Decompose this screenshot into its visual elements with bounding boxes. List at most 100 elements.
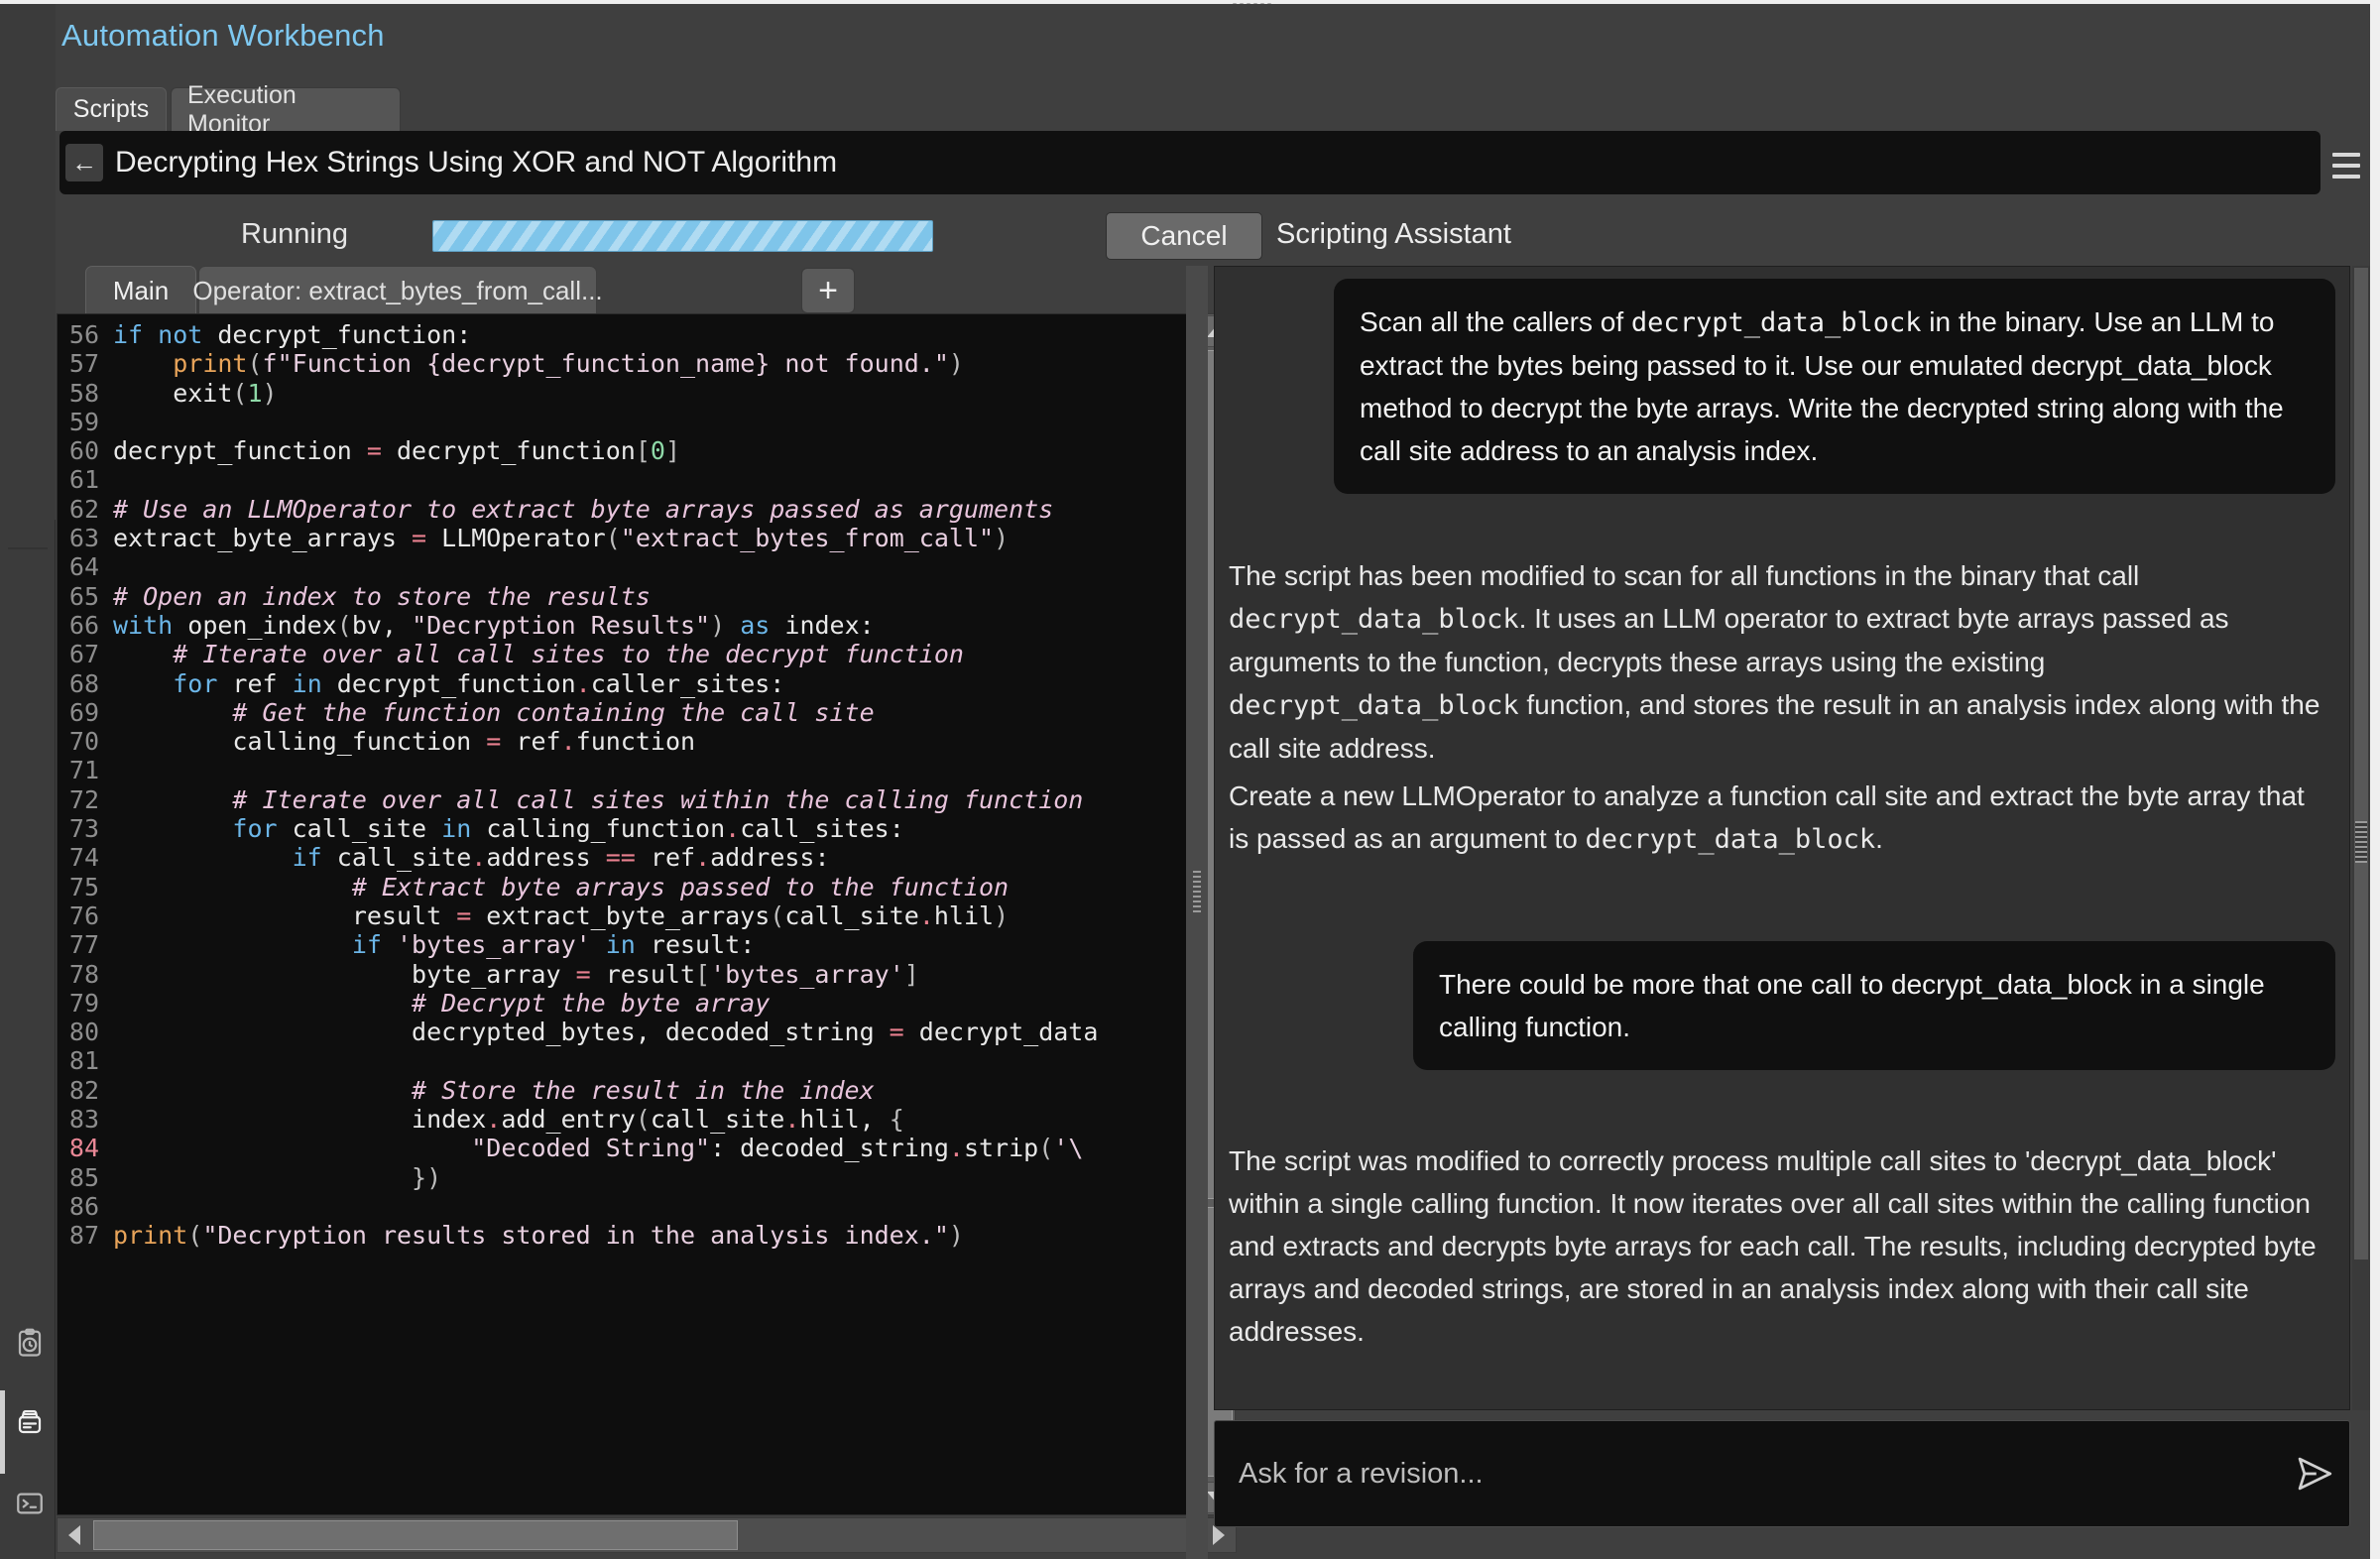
clipboard-clock-icon[interactable] bbox=[10, 1323, 50, 1363]
message-text: There could be more that one call to dec… bbox=[1439, 969, 2265, 1042]
revision-input[interactable] bbox=[1215, 1457, 2280, 1491]
code-line: 66 with open_index(bv, "Decryption Result… bbox=[58, 611, 1148, 640]
tab-execution-monitor-label: Execution Monitor bbox=[187, 80, 297, 138]
line-number: 62 bbox=[68, 494, 99, 524]
editor-panel: Main Operator: extract_bytes_from_call..… bbox=[56, 266, 1237, 1559]
line-number: 72 bbox=[68, 784, 99, 814]
panel-splitter[interactable] bbox=[1186, 266, 1208, 1559]
code-line: 75 # Extract byte arrays passed to the f… bbox=[58, 873, 1148, 901]
code-line: 60 decrypt_function = decrypt_function[0] bbox=[58, 436, 1148, 465]
line-number: 76 bbox=[68, 900, 99, 930]
hamburger-menu-icon[interactable] bbox=[2332, 153, 2360, 179]
tab-execution-monitor[interactable]: Execution Monitor bbox=[171, 81, 401, 138]
code-line-text: # Iterate over all call sites within the… bbox=[232, 784, 1084, 814]
code-line: 77 if 'bytes_array' in result: bbox=[58, 930, 1148, 959]
terminal-icon[interactable] bbox=[10, 1484, 50, 1523]
line-number: 63 bbox=[68, 524, 99, 553]
cancel-button[interactable]: Cancel bbox=[1106, 212, 1262, 260]
code-line: 68 for ref in decrypt_function.caller_si… bbox=[58, 669, 1148, 698]
main-window: Automation Workbench Scripts Execution M… bbox=[0, 4, 2370, 1559]
page-title: Automation Workbench bbox=[61, 18, 385, 53]
chat-vertical-scrollbar[interactable] bbox=[2352, 266, 2370, 1410]
message-text: Scan all the callers of bbox=[1360, 306, 1631, 337]
code-line-text: for ref in decrypt_function.caller_sites… bbox=[173, 668, 785, 698]
line-number: 74 bbox=[68, 843, 99, 873]
code-line: 78 byte_array = result['bytes_array'] bbox=[58, 960, 1148, 989]
code-line: 64 bbox=[58, 552, 1148, 581]
tab-scripts-label: Scripts bbox=[72, 95, 150, 123]
code-line: 80 decrypted_bytes, decoded_string = dec… bbox=[58, 1018, 1148, 1046]
code-line-text: # Open an index to store the results bbox=[113, 581, 651, 611]
document-title-bar: ← Decrypting Hex Strings Using XOR and N… bbox=[60, 131, 2320, 194]
status-row: Running Cancel Scripting Assistant bbox=[56, 206, 2370, 262]
code-line: 56 if not decrypt_function: bbox=[58, 320, 1148, 349]
code-line: 73 for call_site in calling_function.cal… bbox=[58, 814, 1148, 843]
line-number: 60 bbox=[68, 436, 99, 466]
assistant-panel-title: Scripting Assistant bbox=[1276, 218, 1511, 250]
line-number: 67 bbox=[68, 640, 99, 669]
code-line-text: for call_site in calling_function.call_s… bbox=[232, 814, 904, 844]
revision-input-row[interactable] bbox=[1214, 1420, 2350, 1527]
editor-tab-operator[interactable]: Operator: extract_bytes_from_call... bbox=[192, 266, 603, 315]
code-line-text: print(f"Function {decrypt_function_name}… bbox=[173, 349, 964, 379]
tab-scripts[interactable]: Scripts bbox=[56, 87, 167, 131]
code-line-text: result = extract_byte_arrays(call_site.h… bbox=[113, 900, 1010, 930]
code-line: 67 # Iterate over all call sites to the … bbox=[58, 640, 1148, 668]
code-line: 59 bbox=[58, 408, 1148, 436]
code-horizontal-scrollbar[interactable] bbox=[57, 1517, 1237, 1553]
line-number: 75 bbox=[68, 872, 99, 901]
code-lines-container: 56 if not decrypt_function: 57 print(f"Fun… bbox=[58, 314, 1148, 1514]
code-line: 65 # Open an index to store the results bbox=[58, 582, 1148, 611]
database-stack-icon[interactable] bbox=[10, 1402, 50, 1442]
add-tab-button[interactable]: + bbox=[801, 268, 855, 313]
code-line: 61 bbox=[58, 465, 1148, 494]
code-line-text: if not decrypt_function: bbox=[113, 320, 472, 349]
code-line: 83 index.add_entry(call_site.hlil, { bbox=[58, 1105, 1148, 1134]
code-line: 57 print(f"Function {decrypt_function_na… bbox=[58, 349, 1148, 378]
chat-message-assistant: The script has been modified to scan for… bbox=[1229, 554, 2329, 770]
line-number: 70 bbox=[68, 727, 99, 757]
hscrollbar-thumb[interactable] bbox=[93, 1520, 738, 1550]
code-line: 62 # Use an LLMOperator to extract byte a… bbox=[58, 495, 1148, 524]
line-number: 59 bbox=[68, 407, 99, 436]
sidebar-active-indicator bbox=[0, 1390, 5, 1474]
code-line: 72 # Iterate over all call sites within … bbox=[58, 785, 1148, 814]
code-line: 71 bbox=[58, 756, 1148, 784]
line-number: 56 bbox=[68, 320, 99, 349]
line-number: 69 bbox=[68, 697, 99, 727]
sidebar-divider bbox=[8, 547, 48, 549]
splitter-grip-icon bbox=[1193, 871, 1201, 914]
line-number: 87 bbox=[68, 1221, 99, 1251]
editor-tab-main[interactable]: Main bbox=[85, 266, 196, 315]
line-number: 64 bbox=[68, 552, 99, 582]
chat-scrollbar-thumb[interactable] bbox=[2354, 268, 2368, 1259]
message-text: . bbox=[1875, 823, 1883, 854]
arrow-left-icon[interactable]: ← bbox=[65, 144, 103, 181]
line-number: 77 bbox=[68, 930, 99, 960]
document-title: Decrypting Hex Strings Using XOR and NOT… bbox=[115, 146, 838, 179]
code-line-text: extract_byte_arrays = LLMOperator("extra… bbox=[113, 524, 1010, 553]
editor-tab-main-label: Main bbox=[112, 276, 170, 305]
line-number: 78 bbox=[68, 959, 99, 989]
code-line: 81 bbox=[58, 1046, 1148, 1075]
code-line-text: byte_array = result['bytes_array'] bbox=[113, 959, 919, 989]
progress-bar bbox=[432, 220, 933, 252]
assistant-panel: Scan all the callers of decrypt_data_blo… bbox=[1214, 266, 2370, 1559]
code-line-text: # Use an LLMOperator to extract byte arr… bbox=[113, 494, 1054, 524]
code-line: 85 }) bbox=[58, 1163, 1148, 1192]
line-number: 81 bbox=[68, 1046, 99, 1076]
inline-code: decrypt_data_block bbox=[1585, 824, 1876, 855]
scroll-left-icon[interactable] bbox=[59, 1519, 90, 1551]
code-line-text: decrypted_bytes, decoded_string = decryp… bbox=[113, 1018, 1099, 1047]
code-line: 63 extract_byte_arrays = LLMOperator("ext… bbox=[58, 524, 1148, 552]
code-line-text: # Iterate over all call sites to the dec… bbox=[173, 640, 964, 669]
left-sidebar bbox=[0, 4, 56, 1559]
code-editor[interactable]: 56 if not decrypt_function: 57 print(f"Fun… bbox=[57, 313, 1197, 1515]
code-line: 87 print("Decryption results stored in th… bbox=[58, 1221, 1148, 1250]
code-line-text: # Decrypt the byte array bbox=[412, 988, 771, 1018]
code-line: 84 "Decoded String": decoded_string.stri… bbox=[58, 1134, 1148, 1162]
code-line: 82 # Store the result in the index bbox=[58, 1076, 1148, 1105]
line-number: 66 bbox=[68, 610, 99, 640]
code-line-text: # Store the result in the index bbox=[412, 1075, 875, 1105]
send-arrow-icon[interactable] bbox=[2280, 1420, 2349, 1527]
